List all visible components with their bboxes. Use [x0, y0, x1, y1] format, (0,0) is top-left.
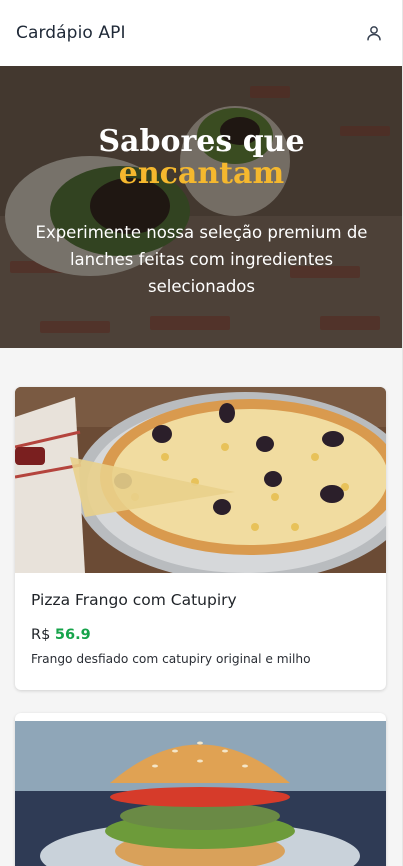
pizza-image: [15, 387, 386, 573]
hero-title-line1: Sabores que: [98, 124, 305, 159]
product-name: Pizza Frango com Catupiry: [31, 591, 237, 609]
burger-image: [15, 721, 386, 866]
user-icon: [367, 26, 381, 41]
price-value: 56.9: [54, 627, 91, 643]
hero-title-line2: encantam: [118, 156, 285, 191]
hero-banner: Sabores que encantam Experimente nossa s…: [0, 66, 403, 348]
product-price: R$ 56.9: [31, 627, 370, 643]
user-button[interactable]: [361, 20, 387, 46]
product-description: Frango desfiado com catupiry original e …: [31, 652, 311, 666]
price-currency: R$: [31, 627, 51, 643]
product-info: Pizza Frango com Catupiry R$ 56.9 Frango…: [15, 573, 386, 666]
app-title[interactable]: Cardápio API: [16, 23, 126, 43]
hero-subtitle: Experimente nossa seleção premium de lan…: [35, 223, 368, 296]
product-card[interactable]: [15, 713, 386, 866]
product-card[interactable]: Pizza Frango com Catupiry R$ 56.9 Frango…: [15, 387, 386, 690]
hero-background-image: [0, 66, 403, 348]
hero-title: Sabores que encantam: [0, 126, 403, 190]
app-header: Cardápio API: [0, 0, 403, 66]
